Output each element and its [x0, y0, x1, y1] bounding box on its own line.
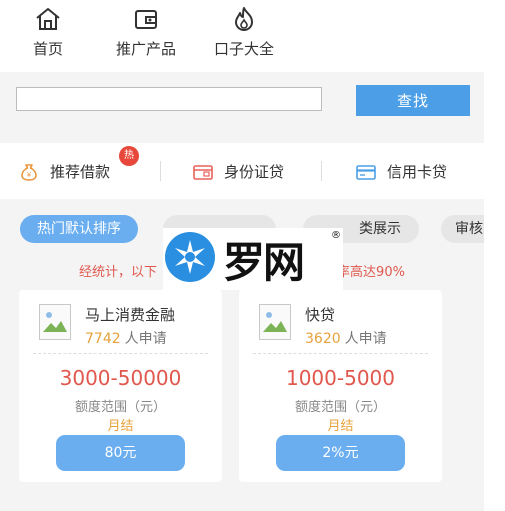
id-card-icon — [192, 162, 214, 182]
loan-range: 3000-50000 — [59, 366, 182, 390]
nav-item-home[interactable]: 首页 — [33, 6, 63, 59]
registered-mark: ® — [331, 230, 341, 241]
applicant-number: 3620 — [305, 331, 341, 347]
apply-rate-button[interactable]: 80元 — [56, 435, 185, 471]
wallet-icon — [131, 6, 161, 32]
nav-item-label: 推广产品 — [116, 40, 177, 58]
luowang-logo-icon — [163, 230, 217, 288]
category-label: 信用卡贷 — [387, 163, 448, 181]
app-screen: 首页 推广产品 口子大全 查找 ¥ 推荐借款 热 身份证贷 信用卡贷 热门默认排… — [0, 0, 505, 511]
loan-range-label: 额度范围（元） — [74, 400, 166, 415]
product-logo-image — [259, 304, 291, 340]
nav-item-products[interactable]: 推广产品 — [116, 6, 176, 59]
divider — [321, 161, 322, 181]
filter-pill-label: 类展示 — [359, 221, 401, 237]
category-recommended-loans[interactable]: ¥ 推荐借款 — [18, 161, 110, 182]
card-divider — [33, 353, 208, 354]
product-name: 快贷 — [305, 306, 336, 324]
fire-icon — [229, 6, 259, 32]
search-button[interactable]: 查找 — [356, 85, 470, 116]
nav-item-label: 口子大全 — [214, 40, 275, 58]
credit-card-icon — [355, 162, 377, 182]
applicant-count: 7742 人申请 — [85, 328, 167, 348]
loan-range: 1000-5000 — [285, 366, 395, 390]
applicant-suffix: 人申请 — [124, 331, 167, 347]
category-label: 推荐借款 — [50, 163, 111, 181]
applicant-number: 7742 — [85, 331, 121, 347]
home-icon — [33, 6, 63, 32]
filter-pill-hot-default[interactable]: 热门默认排序 — [20, 215, 138, 243]
card-divider — [253, 353, 428, 354]
divider — [160, 161, 161, 181]
loan-range-label: 额度范围（元） — [294, 400, 386, 415]
applicant-suffix: 人申请 — [344, 331, 387, 347]
svg-text:¥: ¥ — [27, 171, 32, 179]
settlement-type: 月结 — [107, 419, 134, 434]
search-input[interactable] — [16, 87, 322, 111]
stats-text-left: 经统计，以下 — [79, 265, 158, 280]
product-card[interactable]: 快贷 3620 人申请 1000-5000 额度范围（元） 月结 2%元 — [239, 290, 442, 482]
watermark-text: 罗网 — [223, 237, 305, 287]
product-card[interactable]: 马上消费金融 7742 人申请 3000-50000 额度范围（元） 月结 80元 — [19, 290, 222, 482]
category-label: 身份证贷 — [224, 163, 285, 181]
hot-badge: 热 — [119, 146, 139, 166]
category-row: ¥ 推荐借款 热 身份证贷 信用卡贷 — [0, 143, 484, 199]
search-bar: 查找 — [0, 72, 484, 130]
page-margin — [484, 0, 505, 511]
money-bag-icon: ¥ — [18, 162, 40, 182]
nav-item-loans[interactable]: 口子大全 — [214, 6, 274, 59]
nav-item-label: 首页 — [33, 40, 64, 58]
category-credit-card-loans[interactable]: 信用卡贷 — [355, 161, 447, 182]
product-logo-image — [39, 304, 71, 340]
top-nav: 首页 推广产品 口子大全 — [0, 0, 484, 72]
stats-text-right: 率高达90% — [337, 265, 405, 280]
applicant-count: 3620 人申请 — [305, 328, 387, 348]
settlement-type: 月结 — [327, 419, 354, 434]
apply-rate-button[interactable]: 2%元 — [276, 435, 405, 471]
watermark: 罗网 ® — [163, 228, 343, 290]
category-id-card-loans[interactable]: 身份证贷 — [192, 161, 284, 182]
product-name: 马上消费金融 — [85, 306, 176, 324]
